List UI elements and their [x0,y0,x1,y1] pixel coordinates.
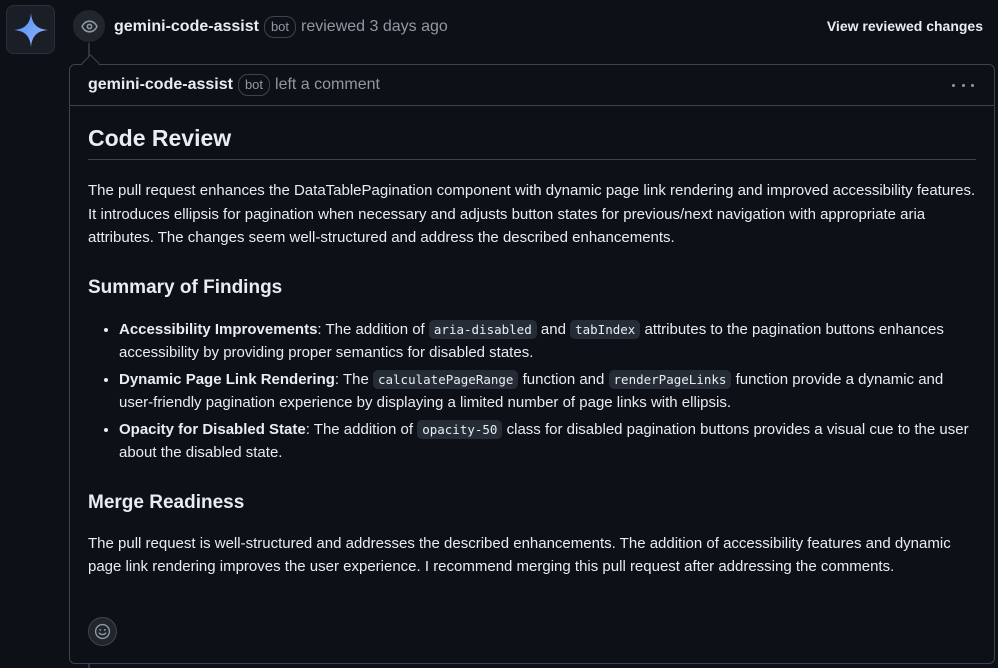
review-action-text[interactable]: reviewed 3 days ago [301,18,448,36]
bot-badge: bot [263,16,297,38]
gemini-sparkle-icon [13,12,48,47]
merge-readiness-paragraph: The pull request is well-structured and … [88,534,951,576]
findings-list: Accessibility Improvements: The addition… [88,318,976,465]
inline-code: calculatePageRange [372,369,519,389]
inline-code: tabIndex [570,319,641,339]
comment-title: Code Review [88,125,976,160]
list-item: Opacity for Disabled State: The addition… [119,418,976,465]
comment-header: gemini-code-assist bot left a comment [70,65,994,106]
inline-code: aria-disabled [428,319,537,339]
smiley-icon[interactable] [88,617,117,646]
kebab-menu-icon[interactable] [952,75,974,95]
list-item: Dynamic Page Link Rendering: The calcula… [119,368,976,415]
comment-action-text: left a comment [275,76,380,93]
summary-heading: Summary of Findings [88,276,283,298]
bot-badge: bot [237,74,271,96]
comment-body: Code Review The pull request enhances th… [70,125,994,579]
view-reviewed-changes-button[interactable]: View reviewed changes [827,18,983,34]
comment-author-link[interactable]: gemini-code-assist [88,76,233,94]
review-event-line: gemini-code-assist bot reviewed 3 days a… [114,16,448,38]
list-item: Accessibility Improvements: The addition… [119,318,976,365]
inline-code: renderPageLinks [608,369,732,389]
review-comment-card: gemini-code-assist bot left a comment Co… [69,64,995,664]
merge-readiness-heading: Merge Readiness [88,491,245,513]
pr-timeline: gemini-code-assist bot reviewed 3 days a… [0,0,998,668]
avatar[interactable] [6,5,55,54]
inline-code: opacity-50 [417,419,503,439]
review-author-link[interactable]: gemini-code-assist [114,18,259,36]
eye-icon [72,9,106,43]
intro-paragraph: The pull request enhances the DataTableP… [88,182,976,246]
